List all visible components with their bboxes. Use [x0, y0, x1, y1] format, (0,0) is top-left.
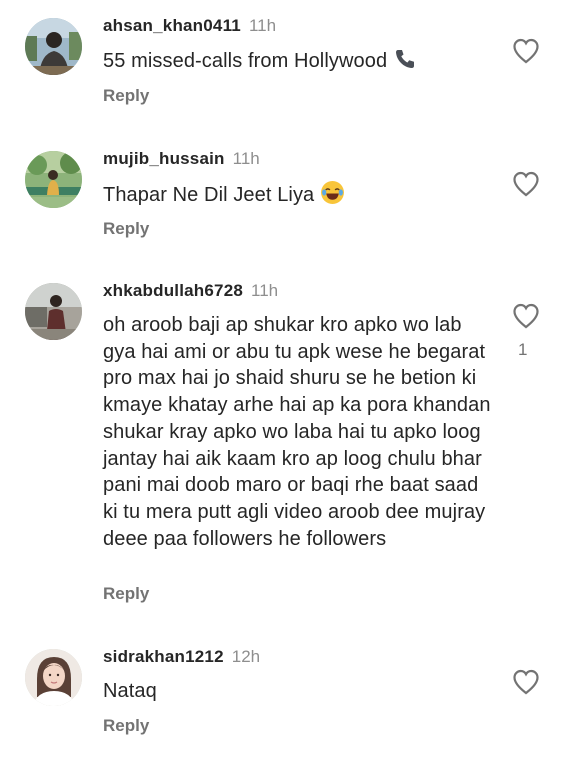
avatar[interactable]: [25, 18, 82, 75]
timestamp: 11h: [232, 149, 260, 168]
heart-icon: [513, 171, 539, 197]
timestamp: 12h: [231, 647, 261, 666]
comment-meta: mujib_hussain 11h: [103, 149, 260, 169]
comment-body: 55 missed-calls from Hollywood: [103, 50, 388, 72]
comment-meta: sidrakhan1212 12h: [103, 647, 260, 667]
like-count[interactable]: 1: [518, 340, 527, 360]
comment-text: Nataq: [103, 680, 157, 702]
like-button[interactable]: [512, 171, 540, 197]
heart-icon: [513, 669, 539, 695]
avatar[interactable]: [25, 151, 82, 208]
reply-button[interactable]: Reply: [103, 716, 149, 736]
reply-button[interactable]: Reply: [103, 584, 149, 604]
phone-icon: [393, 47, 417, 79]
avatar-photo-icon: [25, 151, 82, 208]
timestamp: 11h: [248, 16, 277, 35]
reply-button[interactable]: Reply: [103, 219, 149, 239]
laughing-emoji: [320, 180, 345, 213]
timestamp: 11h: [251, 281, 279, 300]
avatar[interactable]: [25, 649, 82, 706]
like-button[interactable]: [512, 303, 540, 329]
heart-icon: [513, 303, 539, 329]
like-button[interactable]: [512, 38, 540, 64]
username[interactable]: ahsan_khan0411: [103, 16, 241, 35]
avatar-photo-icon: [25, 649, 82, 706]
comment-text: oh aroob baji ap shukar kro apko wo lab …: [103, 314, 491, 550]
avatar-photo-icon: [25, 283, 82, 340]
username[interactable]: mujib_hussain: [103, 149, 225, 168]
reply-button[interactable]: Reply: [103, 86, 149, 106]
comment-meta: xhkabdullah6728 11h: [103, 281, 278, 301]
comment-meta: ahsan_khan0411 11h: [103, 16, 276, 36]
avatar[interactable]: [25, 283, 82, 340]
username[interactable]: xhkabdullah6728: [103, 281, 243, 300]
avatar-photo-icon: [25, 18, 82, 75]
username[interactable]: sidrakhan1212: [103, 647, 224, 666]
comment-body: Thapar Ne Dil Jeet Liya: [103, 184, 315, 206]
comment-text: 55 missed-calls from Hollywood: [103, 47, 493, 79]
like-button[interactable]: [512, 669, 540, 695]
heart-icon: [513, 38, 539, 64]
comment-text: Thapar Ne Dil Jeet Liya: [103, 180, 493, 213]
